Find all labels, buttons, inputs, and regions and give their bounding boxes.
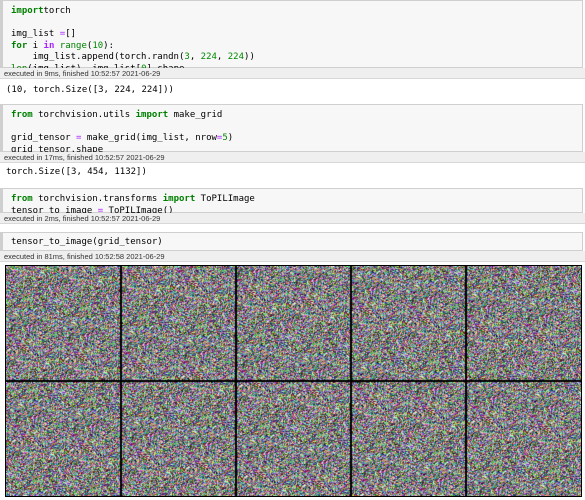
code-editor-1[interactable]: importtorch img_list =[] for i in range(1… <box>11 6 255 75</box>
code-token: import <box>11 6 44 16</box>
code-token: torch <box>43 6 71 16</box>
code-token: in <box>43 40 55 51</box>
code-cell-4[interactable]: tensor_to_image(grid_tensor) <box>0 232 583 251</box>
code-token: make_grid <box>168 110 223 120</box>
code-token: 10 <box>92 40 104 51</box>
code-token: grid_tensor <box>11 133 77 143</box>
code-token: tensor_to_image(grid_tensor) <box>11 237 163 247</box>
code-token: torchvision.transforms <box>32 194 163 204</box>
code-token: torchvision.utils <box>32 110 136 120</box>
cell-output-2: torch.Size([3, 454, 1132]) <box>6 167 147 177</box>
code-line: from torchvision.transforms import ToPIL… <box>11 194 255 206</box>
code-cell-2[interactable]: from torchvision.utils import make_grid … <box>0 104 583 155</box>
code-editor-2[interactable]: from torchvision.utils import make_grid … <box>11 110 233 156</box>
code-token: )) <box>244 52 255 62</box>
code-token: 224 <box>200 52 217 62</box>
code-token: make_grid(img_list, nrow <box>81 133 217 143</box>
code-line: importtorch <box>11 6 255 18</box>
execution-info-4: executed in 81ms, finished 10:52:58 2021… <box>0 251 585 262</box>
code-line: img_list.append(torch.randn(3, 224, 224)… <box>11 52 255 64</box>
code-line: for i in range(10): <box>11 41 255 53</box>
code-cell-3[interactable]: from torchvision.transforms import ToPIL… <box>0 188 583 216</box>
code-token: import <box>162 194 196 204</box>
code-token: range <box>59 40 87 51</box>
code-token: [] <box>65 29 77 39</box>
code-token: import <box>135 110 169 120</box>
execution-info-1: executed in 9ms, finished 10:52:57 2021-… <box>0 68 585 79</box>
code-cell-1[interactable]: importtorch img_list =[] for i in range(1… <box>0 0 583 74</box>
grid-image-output <box>5 265 582 497</box>
code-token: i <box>27 40 44 51</box>
execution-info-3: executed in 2ms, finished 10:52:57 2021-… <box>0 213 585 224</box>
code-token: , <box>216 52 228 62</box>
code-line: tensor_to_image(grid_tensor) <box>11 237 163 249</box>
code-token: from <box>11 194 33 204</box>
code-token: img_list.append(torch.randn( <box>11 52 185 62</box>
execution-info-2: executed in 17ms, finished 10:52:57 2021… <box>0 152 585 163</box>
code-token: for <box>11 40 28 51</box>
code-token: ): <box>103 40 114 51</box>
random-noise-grid-image <box>6 266 581 496</box>
code-line: grid_tensor = make_grid(img_list, nrow=5… <box>11 133 233 145</box>
code-token: from <box>11 110 33 120</box>
code-token: img_list <box>11 29 60 39</box>
code-token: , <box>189 52 201 62</box>
code-token: ToPILImage <box>195 194 255 204</box>
code-line: from torchvision.utils import make_grid <box>11 110 233 122</box>
cell-output-1: (10, torch.Size([3, 224, 224])) <box>6 85 174 95</box>
code-line: img_list =[] <box>11 29 255 41</box>
code-editor-4[interactable]: tensor_to_image(grid_tensor) <box>11 237 163 249</box>
code-token: 224 <box>227 52 245 62</box>
code-token: ) <box>227 133 234 143</box>
